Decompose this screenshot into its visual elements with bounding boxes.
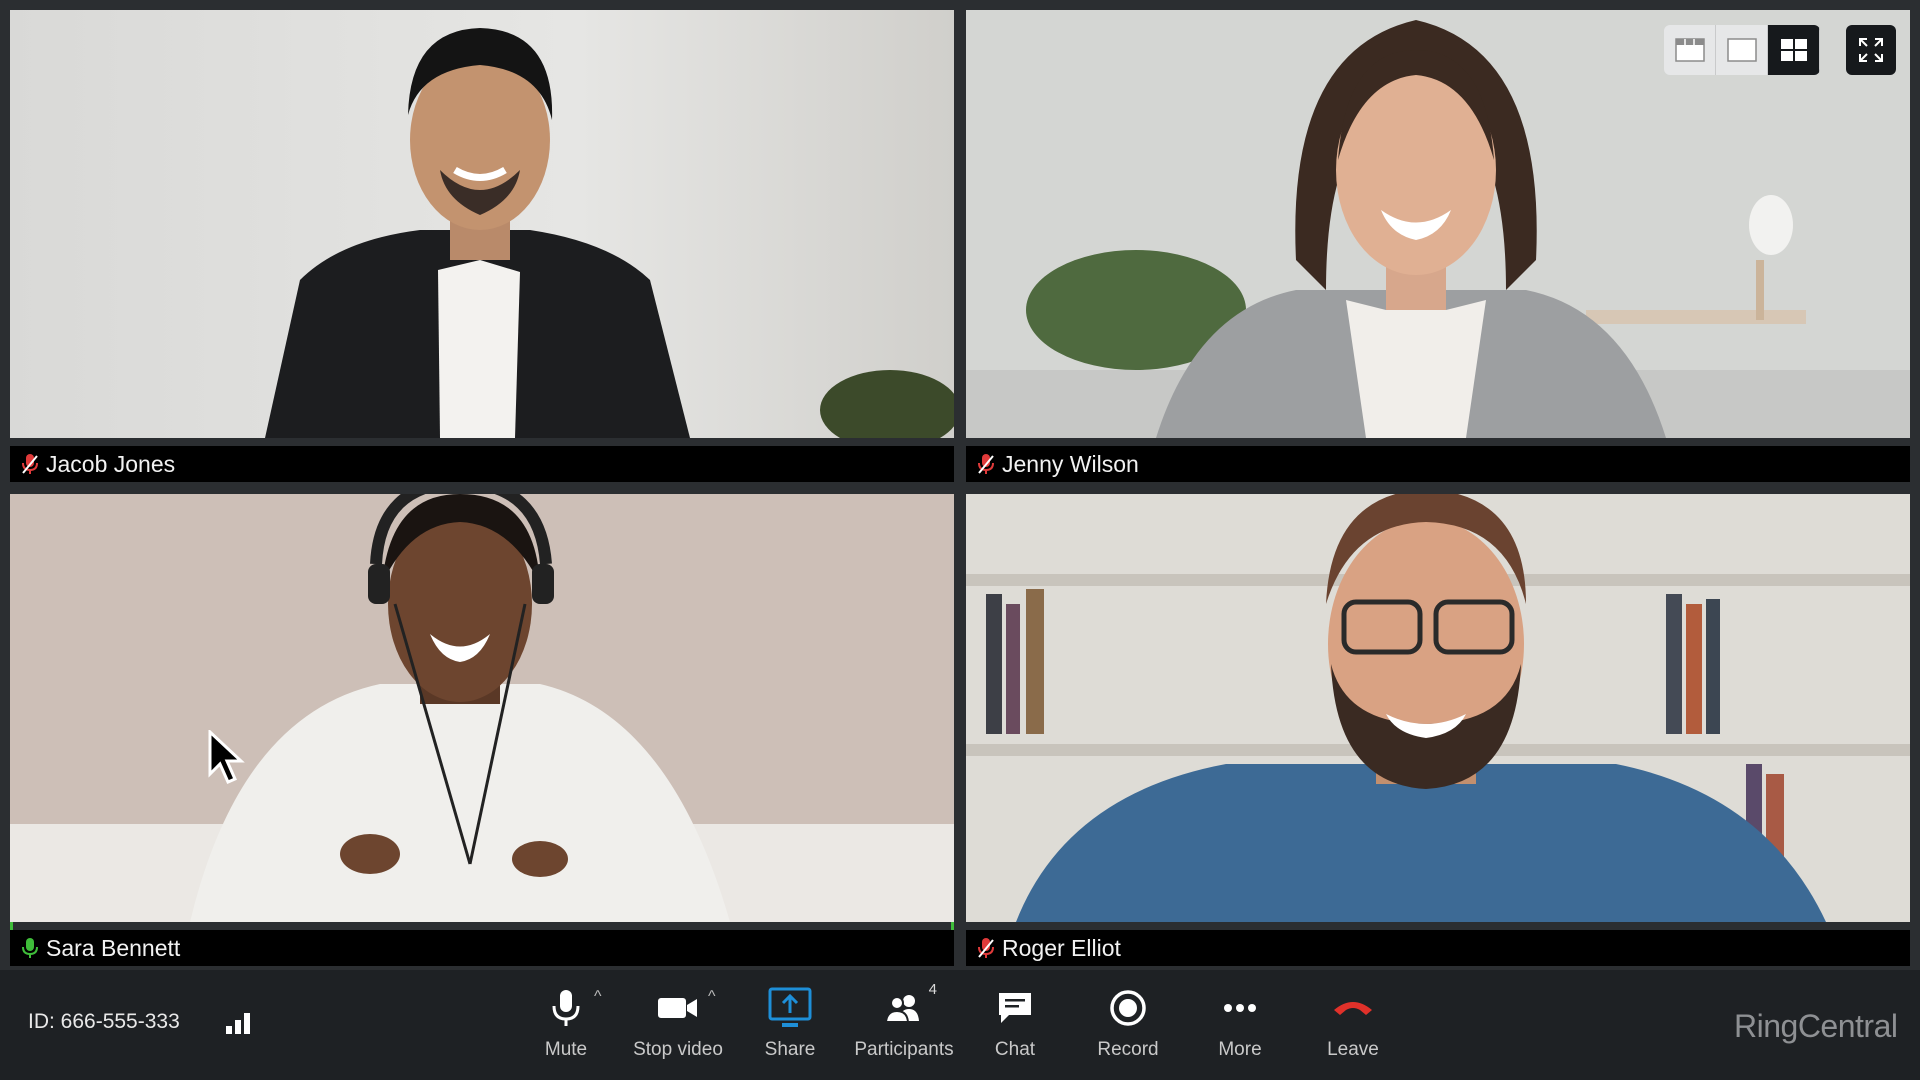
more-dots-icon <box>1224 1004 1256 1012</box>
audio-options-caret-icon[interactable]: ^ <box>594 988 602 1006</box>
filmstrip-view-button[interactable] <box>1664 25 1716 75</box>
record-label: Record <box>1097 1039 1159 1060</box>
mic-muted-icon <box>978 938 994 958</box>
filmstrip-view-icon <box>1674 38 1705 62</box>
participants-button[interactable]: 4 Participants <box>852 981 956 1061</box>
gallery-view-button[interactable] <box>1768 25 1820 75</box>
mic-muted-icon <box>22 454 38 474</box>
hang-up-phone-icon <box>1334 1002 1372 1015</box>
gallery-view-icon <box>1780 39 1807 61</box>
share-label: Share <box>764 1039 816 1060</box>
view-layout-switcher <box>1664 25 1820 75</box>
speaker-view-button[interactable] <box>1716 25 1768 75</box>
mute-label: Mute <box>544 1039 588 1060</box>
connection-strength-icon[interactable] <box>224 1010 254 1036</box>
participants-icon <box>885 995 919 1023</box>
video-grid: Jacob Jones Jenny Wilson Sara Bennett Ro… <box>0 0 1920 970</box>
participants-label: Participants <box>854 1039 954 1060</box>
more-button[interactable]: More <box>1205 985 1275 1061</box>
participant-tile-jacob-jones[interactable]: Jacob Jones <box>10 10 954 482</box>
stop-video-label: Stop video <box>633 1039 723 1060</box>
participant-name: Jacob Jones <box>46 450 176 477</box>
participant-name: Roger Elliot <box>1002 934 1121 961</box>
mic-active-icon <box>22 938 38 958</box>
leave-button[interactable]: Leave <box>1318 985 1388 1061</box>
mic-muted-icon <box>978 454 994 474</box>
mouse-cursor-icon <box>208 730 245 784</box>
record-button[interactable]: Record <box>1088 985 1168 1061</box>
participant-name: Sara Bennett <box>46 934 181 961</box>
participant-video <box>966 494 1910 922</box>
chat-label: Chat <box>994 1039 1036 1060</box>
share-button[interactable]: Share <box>750 985 830 1061</box>
record-icon <box>1110 990 1146 1026</box>
speaker-view-icon <box>1726 38 1757 62</box>
more-label: More <box>1218 1039 1262 1060</box>
video-options-caret-icon[interactable]: ^ <box>708 988 716 1006</box>
video-camera-icon <box>658 998 697 1018</box>
participant-nameplate: Roger Elliot <box>966 930 1910 966</box>
participant-tile-jenny-wilson[interactable]: Jenny Wilson <box>966 10 1910 482</box>
participants-count-badge: 4 <box>928 981 937 998</box>
participant-nameplate: Sara Bennett <box>10 930 954 966</box>
participant-nameplate: Jacob Jones <box>10 446 954 482</box>
fullscreen-icon <box>1859 38 1883 62</box>
participant-tile-roger-elliot[interactable]: Roger Elliot <box>966 494 1910 966</box>
chat-button[interactable]: Chat <box>985 985 1045 1061</box>
meeting-toolbar <box>0 970 1920 1080</box>
meeting-id: ID: 666-555-333 <box>28 1010 180 1033</box>
share-screen-icon <box>768 987 812 1027</box>
participant-nameplate: Jenny Wilson <box>966 446 1910 482</box>
brand-logo: RingCentral <box>1734 1008 1898 1044</box>
chat-bubble-icon <box>999 993 1031 1023</box>
fullscreen-button[interactable] <box>1846 25 1896 75</box>
participant-tile-sara-bennett[interactable]: Sara Bennett <box>10 494 954 966</box>
leave-label: Leave <box>1327 1039 1379 1060</box>
microphone-icon <box>552 990 580 1026</box>
participant-video <box>10 10 954 438</box>
participant-video <box>10 494 954 922</box>
mute-button[interactable]: Mute <box>531 985 601 1061</box>
participant-name: Jenny Wilson <box>1002 450 1139 477</box>
